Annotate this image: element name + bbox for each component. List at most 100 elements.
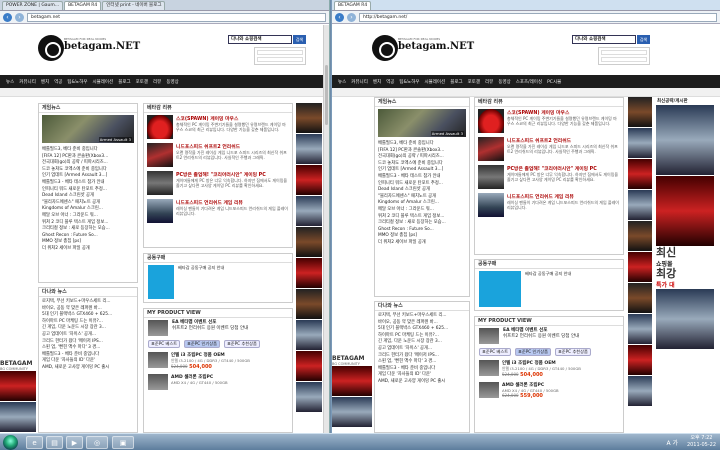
- media-player-icon[interactable]: ▶: [66, 436, 83, 449]
- menu-item[interactable]: 리뷰: [153, 79, 161, 85]
- ad-image[interactable]: [332, 397, 372, 427]
- ad-image[interactable]: [628, 97, 652, 127]
- menu-item[interactable]: 벤치: [41, 79, 49, 85]
- review-thumbnail[interactable]: [147, 199, 173, 223]
- list-item[interactable]: Dead Island 스크린샷 공개: [378, 187, 466, 194]
- product-image[interactable]: [479, 360, 499, 376]
- review-thumbnail[interactable]: [478, 193, 504, 217]
- list-item[interactable]: 긴 게임, 다운 노운드 시장 장관 3...: [42, 325, 134, 332]
- list-item[interactable]: 크리티컬 정보 : 새로 등장하는 모습...: [378, 220, 466, 227]
- tab-popular[interactable]: 표준PC 인기상품: [184, 340, 220, 348]
- review-thumbnail[interactable]: [147, 143, 173, 167]
- menu-item[interactable]: 블로그: [450, 79, 462, 85]
- list-item[interactable]: 공고 업데이트 '자이스' 공개...: [378, 346, 466, 353]
- tab-naver-blog[interactable]: 인터넷 print - 네이버 블로그: [102, 1, 166, 10]
- ad-image[interactable]: [296, 382, 322, 412]
- game-news-photo[interactable]: Armed Assault 3: [378, 109, 466, 137]
- menu-item[interactable]: 커뮤니티: [351, 79, 368, 85]
- group-buy-text[interactable]: 베타감 공동구매 공지 안내: [178, 265, 224, 299]
- ad-image[interactable]: [296, 196, 322, 226]
- game-news-photo[interactable]: Armed Assault 3: [42, 115, 134, 143]
- left-side-ad[interactable]: BETAGAM BG COMMUNITY: [332, 355, 372, 433]
- scrollbar-thumb[interactable]: [325, 65, 328, 125]
- ad-image[interactable]: [628, 345, 652, 375]
- left-side-ad[interactable]: BETAGAM BG COMMUNITY: [0, 360, 36, 433]
- logo-text[interactable]: betagam.NET: [64, 41, 140, 52]
- ad-image[interactable]: [332, 366, 372, 396]
- menu-item[interactable]: 역공: [386, 79, 394, 85]
- list-item[interactable]: 5대 인기 블랙박스 GTX460 + 625...: [42, 312, 134, 319]
- menu-item[interactable]: 뉴스: [6, 79, 14, 85]
- list-item[interactable]: Kingdoms of Amalur 스크린...: [42, 206, 134, 213]
- review-item[interactable]: PC방은 졸업해! "코리아러시안" 게이밍 PC 게이머들에게 PC 방은 너무…: [475, 163, 623, 191]
- list-item[interactable]: 로지텍, 무선 키보드+마우스세트 리...: [42, 299, 134, 306]
- review-item-title[interactable]: 스코(SPAWN) 게이밍 마우스: [176, 115, 289, 122]
- review-thumbnail[interactable]: [478, 165, 504, 189]
- search-button[interactable]: 검색: [293, 35, 306, 44]
- product-row[interactable]: AMD 셀러론 조립PC AMD X4 / 4G / GT440 / 500GB 6…: [475, 380, 623, 401]
- list-item[interactable]: 배틀필드3 - 베타 테스트 참가 안내: [378, 174, 466, 181]
- list-item[interactable]: MMO 정보 총집 [ps]: [42, 239, 134, 246]
- list-item[interactable]: 스핀 업, '뻔힌 액수 마다' 3 경...: [378, 359, 466, 366]
- menu-item[interactable]: 시뮬레이션: [424, 79, 445, 85]
- list-item[interactable]: 5대 인기 블랙박스 GTX460 + 625...: [378, 326, 466, 333]
- ad-image[interactable]: [296, 320, 322, 350]
- menu-item[interactable]: 포토갤: [136, 79, 148, 85]
- review-thumbnail[interactable]: [147, 115, 173, 139]
- menu-item[interactable]: 동영상: [166, 79, 178, 85]
- list-item[interactable]: MMO 정보 총집 [ps]: [378, 233, 466, 240]
- back-icon[interactable]: ‹: [335, 12, 344, 22]
- list-item[interactable]: 게임 다운 '자사들의 ID' 다운': [42, 358, 134, 365]
- list-item[interactable]: 긴 게임, 다운 노운드 시장 장관 3...: [378, 339, 466, 346]
- list-item[interactable]: 메달 오브 아너 : 그라운드 워...: [378, 207, 466, 214]
- logo-icon[interactable]: [38, 35, 64, 61]
- review-item-title[interactable]: 스코(SPAWN) 게이밍 마우스: [507, 109, 620, 116]
- menu-item[interactable]: 벤치: [373, 79, 381, 85]
- ad-image[interactable]: [656, 105, 714, 175]
- menu-item[interactable]: 뉴스: [338, 79, 346, 85]
- group-buy-text[interactable]: 베타감 공동구매 공지 안내: [525, 271, 571, 307]
- list-item[interactable]: 게임 다운 '자사들의 ID' 다운': [378, 372, 466, 379]
- product-image[interactable]: [148, 374, 168, 390]
- ad-image[interactable]: [296, 258, 322, 288]
- address-bar[interactable]: betagam.net: [27, 12, 326, 22]
- ad-image[interactable]: [628, 283, 652, 313]
- ad-image[interactable]: [0, 371, 36, 401]
- app-taskbar-icon[interactable]: ▣: [112, 436, 134, 449]
- list-item[interactable]: 메달 오브 아너 : 그라운드 워...: [42, 213, 134, 220]
- ad-image[interactable]: [296, 289, 322, 319]
- tab-recommended[interactable]: 표준PC 추천상품: [554, 348, 591, 356]
- product-event-desc[interactable]: 쉬프트2 언리쉬드 응원 이벤트 당첨 안내: [503, 334, 579, 340]
- ad-image[interactable]: [296, 103, 322, 133]
- list-item[interactable]: 배틀필드3, 베타 준비 중입니다: [42, 147, 134, 154]
- ad-image[interactable]: [628, 252, 652, 282]
- review-item-title[interactable]: 니드포스피드 쉬프트2 언리쉬드: [176, 143, 289, 150]
- side-ad-strip[interactable]: [628, 97, 652, 433]
- search-input[interactable]: 다나와 쇼핑검색: [572, 35, 636, 44]
- scrollbar[interactable]: [323, 25, 329, 433]
- group-buy-banner[interactable]: [479, 271, 521, 307]
- review-thumbnail[interactable]: [147, 171, 173, 195]
- forward-icon[interactable]: ›: [15, 12, 24, 22]
- ad-image[interactable]: [628, 128, 652, 158]
- review-item[interactable]: PC방은 졸업해! "코리아러시안" 게이밍 PC 게이머들에게 PC 방은 너무…: [144, 169, 292, 197]
- list-item[interactable]: Kingdoms of Amalur 스크린...: [378, 200, 466, 207]
- review-item[interactable]: 니드포스피드 쉬프트2 언리쉬드 오랜 명작을 가진 레이싱 게임 니드포 스피드…: [144, 141, 292, 169]
- tab-betagam[interactable]: BETAGAM R4: [334, 1, 372, 10]
- menu-item[interactable]: 커뮤니티: [19, 79, 36, 85]
- menu-item[interactable]: 역공: [54, 79, 62, 85]
- ad-image[interactable]: [628, 221, 652, 251]
- list-item[interactable]: 스핀 업, '뻔힌 액수 마다' 3 경...: [42, 345, 134, 352]
- product-thumbnail[interactable]: [479, 328, 499, 344]
- logo-text[interactable]: betagam.NET: [398, 41, 474, 52]
- tab-best[interactable]: 표준PC 베스트: [479, 348, 512, 356]
- ad-image[interactable]: [656, 176, 714, 246]
- list-item[interactable]: 공고 업데이트 '자이스' 공개...: [42, 332, 134, 339]
- right-banner-ad[interactable]: 최신공략/게시판 최신 쇼핑몰 최강 특가 대: [656, 97, 714, 433]
- browser-taskbar-icon[interactable]: ◎: [86, 436, 108, 449]
- menu-item[interactable]: 포토갤: [468, 79, 480, 85]
- forward-icon[interactable]: ›: [347, 12, 356, 22]
- list-item[interactable]: 크리티컬 정보 : 새로 등장하는 모습...: [42, 226, 134, 233]
- review-item[interactable]: 스코(SPAWN) 게이밍 마우스 총체적인 PC 게이밍 주변기기들을 설명했던…: [475, 107, 623, 135]
- clock[interactable]: 오후 7:22 2011-05-22: [687, 435, 716, 449]
